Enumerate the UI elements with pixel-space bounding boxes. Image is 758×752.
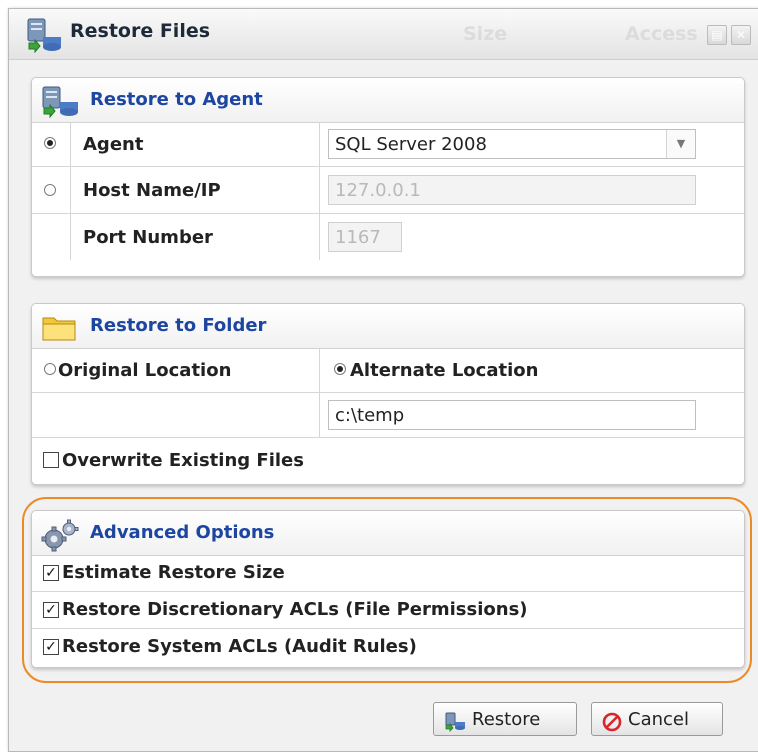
alternate-location-label[interactable]: Alternate Location	[350, 360, 538, 381]
original-location-radio[interactable]	[44, 363, 56, 375]
alternate-location-radio[interactable]	[334, 363, 346, 375]
estimate-size-checkbox[interactable]: ✓	[43, 565, 59, 581]
agent-radio[interactable]	[44, 137, 56, 149]
restore-to-folder-panel: Restore to Folder Original Location Alte…	[31, 303, 745, 485]
server-restore-icon	[40, 86, 80, 123]
discretionary-acls-label[interactable]: Restore Discretionary ACLs (File Permiss…	[62, 599, 528, 620]
host-input[interactable]: 127.0.0.1	[328, 175, 696, 205]
location-row: Original Location Alternate Location	[32, 348, 744, 393]
estimate-size-label[interactable]: Estimate Restore Size	[62, 562, 285, 583]
server-restore-icon	[444, 710, 466, 744]
window-title: Restore Files	[70, 20, 211, 42]
agent-label: Agent	[83, 134, 144, 155]
agent-select-value: SQL Server 2008	[335, 134, 487, 155]
host-label: Host Name/IP	[83, 180, 221, 201]
gears-icon	[40, 519, 80, 558]
agent-select[interactable]: SQL Server 2008 ▼	[328, 129, 696, 159]
window-restore-icon: ▤	[711, 28, 723, 42]
title-bar[interactable]: Restore Files Size Access ▤ ✕	[9, 9, 758, 60]
close-icon: ✕	[735, 28, 747, 42]
ghost-column-access: Access	[625, 23, 698, 45]
option-row: ✓ Restore Discretionary ACLs (File Permi…	[32, 592, 744, 629]
restore-button-label: Restore	[472, 709, 541, 730]
system-acls-checkbox[interactable]: ✓	[43, 639, 59, 655]
restore-files-dialog: Restore Files Size Access ▤ ✕ Restore to…	[8, 8, 758, 752]
restore-to-agent-panel: Restore to Agent Agent SQL Server 2008 ▼…	[31, 77, 745, 277]
agent-row: Agent SQL Server 2008 ▼	[32, 122, 744, 167]
original-location-label[interactable]: Original Location	[58, 360, 231, 381]
overwrite-label[interactable]: Overwrite Existing Files	[62, 450, 304, 471]
restore-to-folder-heading: Restore to Folder	[90, 315, 267, 336]
alternate-path-input[interactable]: c:\temp	[328, 400, 696, 430]
port-input-value: 1167	[335, 227, 381, 248]
host-row: Host Name/IP 127.0.0.1	[32, 167, 744, 214]
host-radio[interactable]	[44, 184, 56, 196]
host-input-value: 127.0.0.1	[335, 180, 421, 201]
discretionary-acls-checkbox[interactable]: ✓	[43, 602, 59, 618]
path-row: c:\temp	[32, 393, 744, 438]
alternate-path-value: c:\temp	[335, 405, 405, 426]
overwrite-checkbox[interactable]	[43, 452, 59, 468]
cancel-icon	[602, 710, 622, 744]
cancel-button[interactable]: Cancel	[591, 702, 723, 736]
restore-button[interactable]: Restore	[433, 702, 577, 736]
restore-to-agent-header: Restore to Agent	[32, 78, 744, 123]
advanced-options-heading: Advanced Options	[90, 522, 275, 543]
folder-icon	[40, 312, 80, 349]
advanced-options-header: Advanced Options	[32, 511, 744, 556]
ghost-column-size: Size	[463, 23, 508, 45]
port-input[interactable]: 1167	[328, 222, 402, 252]
server-restore-icon	[25, 17, 63, 58]
restore-to-agent-heading: Restore to Agent	[90, 89, 263, 110]
cancel-button-label: Cancel	[628, 709, 689, 730]
close-window-button[interactable]: ✕	[731, 25, 751, 45]
advanced-options-panel: Advanced Options ✓ Estimate Restore Size…	[31, 510, 745, 668]
port-label: Port Number	[83, 227, 213, 248]
chevron-down-icon[interactable]: ▼	[666, 130, 695, 158]
restore-window-button[interactable]: ▤	[707, 25, 727, 45]
overwrite-row: Overwrite Existing Files	[32, 438, 744, 482]
restore-to-folder-header: Restore to Folder	[32, 304, 744, 349]
port-row: Port Number 1167	[32, 214, 744, 260]
system-acls-label[interactable]: Restore System ACLs (Audit Rules)	[62, 636, 417, 657]
option-row: ✓ Restore System ACLs (Audit Rules)	[32, 629, 744, 665]
option-row: ✓ Estimate Restore Size	[32, 555, 744, 592]
